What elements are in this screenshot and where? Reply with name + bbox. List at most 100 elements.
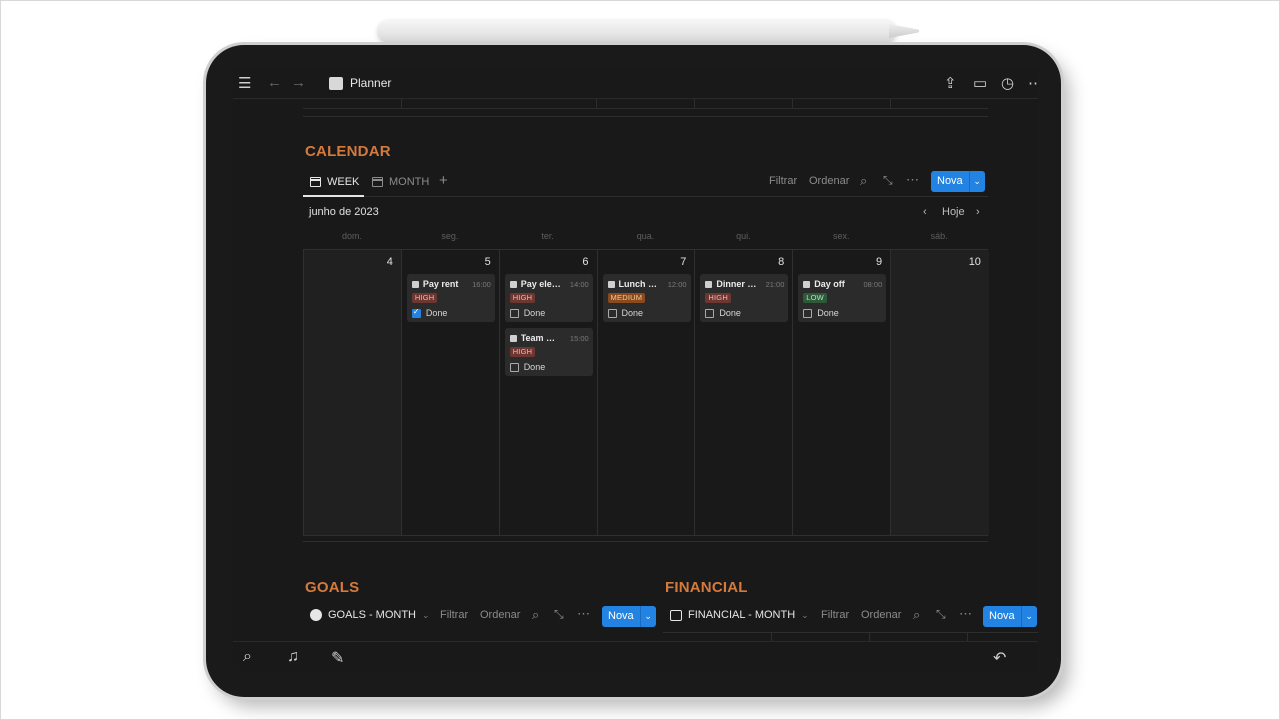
day-cell[interactable]: 4: [304, 250, 402, 535]
day-number: 8: [778, 256, 785, 268]
search-icon[interactable]: ⌕: [243, 648, 252, 666]
day-cell[interactable]: 9 Day off 08:00 LOW Done: [793, 250, 892, 535]
sort-button[interactable]: Ordenar: [809, 175, 849, 187]
done-checkbox-row[interactable]: Done: [509, 308, 546, 318]
next-week-icon[interactable]: ›: [976, 206, 980, 218]
new-button[interactable]: Nova ⌄: [931, 171, 985, 192]
goals-new-label: Nova: [608, 610, 634, 622]
search-icon[interactable]: ⌕: [532, 607, 539, 623]
more-options-icon[interactable]: ⋯: [577, 606, 590, 622]
done-checkbox-row[interactable]: Done: [607, 308, 643, 318]
goals-sort-button[interactable]: Ordenar: [480, 609, 520, 621]
calendar-icon: [310, 177, 321, 187]
priority-badge: HIGH: [705, 293, 731, 303]
event-card[interactable]: Pay ele… 14:00 HIGH Done: [504, 274, 593, 322]
breadcrumb[interactable]: Planner: [329, 76, 391, 90]
event-card[interactable]: Day off 08:00 LOW Done: [798, 274, 887, 322]
more-options-icon[interactable]: ⋯: [906, 172, 919, 188]
tab-month-label: MONTH: [389, 176, 430, 188]
more-icon[interactable]: ⋯: [1028, 74, 1038, 92]
event-card[interactable]: Lunch … 12:00 MEDIUM Done: [602, 274, 691, 322]
event-card[interactable]: Team … 15:00 HIGH Done: [504, 328, 593, 376]
chevron-down-icon[interactable]: ⌄: [1020, 606, 1037, 627]
expand-icon[interactable]: ⤡: [883, 173, 893, 188]
event-time: 16:00: [472, 279, 491, 289]
event-header: Dinner … 21:00: [705, 278, 784, 290]
done-checkbox-row[interactable]: Done: [705, 308, 741, 318]
tab-goals-month[interactable]: GOALS - MONTH ⌄: [310, 609, 430, 621]
done-checkbox[interactable]: [509, 308, 519, 318]
day-cell[interactable]: 7 Lunch … 12:00 MEDIUM Done: [598, 250, 696, 535]
financial-sort-button[interactable]: Ordenar: [861, 609, 901, 621]
done-checkbox[interactable]: [509, 362, 519, 372]
goals-views-bar: GOALS - MONTH ⌄ Filtrar Ordenar ⌕ ⤡ ⋯ No…: [303, 601, 658, 629]
financial-new-button[interactable]: Nova ⌄: [983, 606, 1037, 627]
previous-week-icon[interactable]: ‹: [923, 206, 927, 218]
tab-month[interactable]: MONTH: [372, 176, 429, 188]
add-view-icon[interactable]: +: [439, 172, 448, 189]
priority-badge: MEDIUM: [607, 293, 646, 303]
month-label: junho de 2023: [309, 206, 379, 218]
done-checkbox[interactable]: [607, 308, 617, 318]
financial-heading: FINANCIAL: [665, 579, 748, 596]
event-title: Pay ele…: [520, 279, 561, 289]
weekday-label: sex.: [832, 231, 850, 241]
done-label: Done: [817, 308, 839, 318]
history-icon[interactable]: ◷: [1001, 74, 1014, 92]
event-card[interactable]: Pay rent 16:00 HIGH Done: [406, 274, 495, 322]
bell-icon[interactable]: ♫: [287, 648, 299, 666]
calendar-icon: [372, 177, 383, 187]
day-cell[interactable]: 8 Dinner … 21:00 HIGH Done: [695, 250, 794, 535]
event-card[interactable]: Dinner … 21:00 HIGH Done: [700, 274, 789, 322]
done-checkbox-row[interactable]: Done: [803, 308, 839, 318]
search-icon[interactable]: ⌕: [913, 607, 920, 623]
done-checkbox[interactable]: [705, 308, 715, 318]
done-checkbox[interactable]: [411, 307, 421, 318]
undo-icon[interactable]: ↶: [993, 648, 1006, 668]
event-title: Day off: [814, 279, 845, 289]
weekday-label: ter.: [541, 231, 554, 241]
menu-icon[interactable]: ☰: [238, 74, 251, 92]
page-icon: [705, 280, 713, 288]
page-icon: [803, 280, 811, 288]
forward-arrow-icon[interactable]: →: [291, 74, 306, 91]
expand-icon[interactable]: ⤡: [554, 607, 564, 622]
more-options-icon[interactable]: ⋯: [959, 606, 972, 622]
tab-week-label: WEEK: [327, 176, 360, 188]
event-title: Lunch …: [618, 279, 658, 289]
event-header: Pay ele… 14:00: [509, 278, 589, 290]
chevron-down-icon[interactable]: ⌄: [639, 606, 656, 627]
done-label: Done: [719, 308, 741, 318]
divider: [303, 541, 988, 542]
goals-heading: GOALS: [305, 579, 360, 596]
done-checkbox[interactable]: [803, 308, 813, 318]
done-label: Done: [425, 308, 448, 318]
tab-financial-month[interactable]: FINANCIAL - MONTH ⌄: [670, 609, 809, 621]
financial-new-label: Nova: [989, 610, 1015, 622]
goals-filter-button[interactable]: Filtrar: [440, 609, 468, 621]
back-arrow-icon[interactable]: ←: [267, 74, 282, 91]
goals-new-button[interactable]: Nova ⌄: [602, 606, 656, 627]
done-checkbox-row[interactable]: Done: [411, 307, 448, 318]
weekday-label: dom.: [341, 231, 362, 241]
today-button[interactable]: Hoje: [942, 206, 965, 218]
day-number: 4: [386, 256, 393, 268]
share-icon[interactable]: ⇪: [944, 74, 957, 92]
day-cell[interactable]: 5 Pay rent 16:00 HIGH Done: [402, 250, 500, 535]
page-title: Planner: [350, 76, 392, 90]
search-icon[interactable]: ⌕: [860, 173, 867, 189]
bottom-bar: ⌕ ♫ ✎ ↶: [233, 641, 1038, 671]
filter-button[interactable]: Filtrar: [769, 175, 797, 187]
done-checkbox-row[interactable]: Done: [509, 362, 545, 372]
done-label: Done: [523, 308, 546, 318]
day-cell[interactable]: 6 Pay ele… 14:00 HIGH Done Team … 15:00 HIGH Don…: [500, 250, 598, 535]
financial-filter-button[interactable]: Filtrar: [821, 609, 849, 621]
comment-icon[interactable]: ▭: [973, 74, 987, 92]
expand-icon[interactable]: ⤡: [936, 607, 946, 622]
day-number: 7: [680, 256, 687, 268]
tab-week[interactable]: WEEK: [310, 176, 359, 188]
day-cell[interactable]: 10: [891, 250, 989, 535]
event-title: Dinner …: [716, 279, 757, 289]
chevron-down-icon[interactable]: ⌄: [968, 171, 985, 192]
compose-icon[interactable]: ✎: [331, 648, 344, 668]
